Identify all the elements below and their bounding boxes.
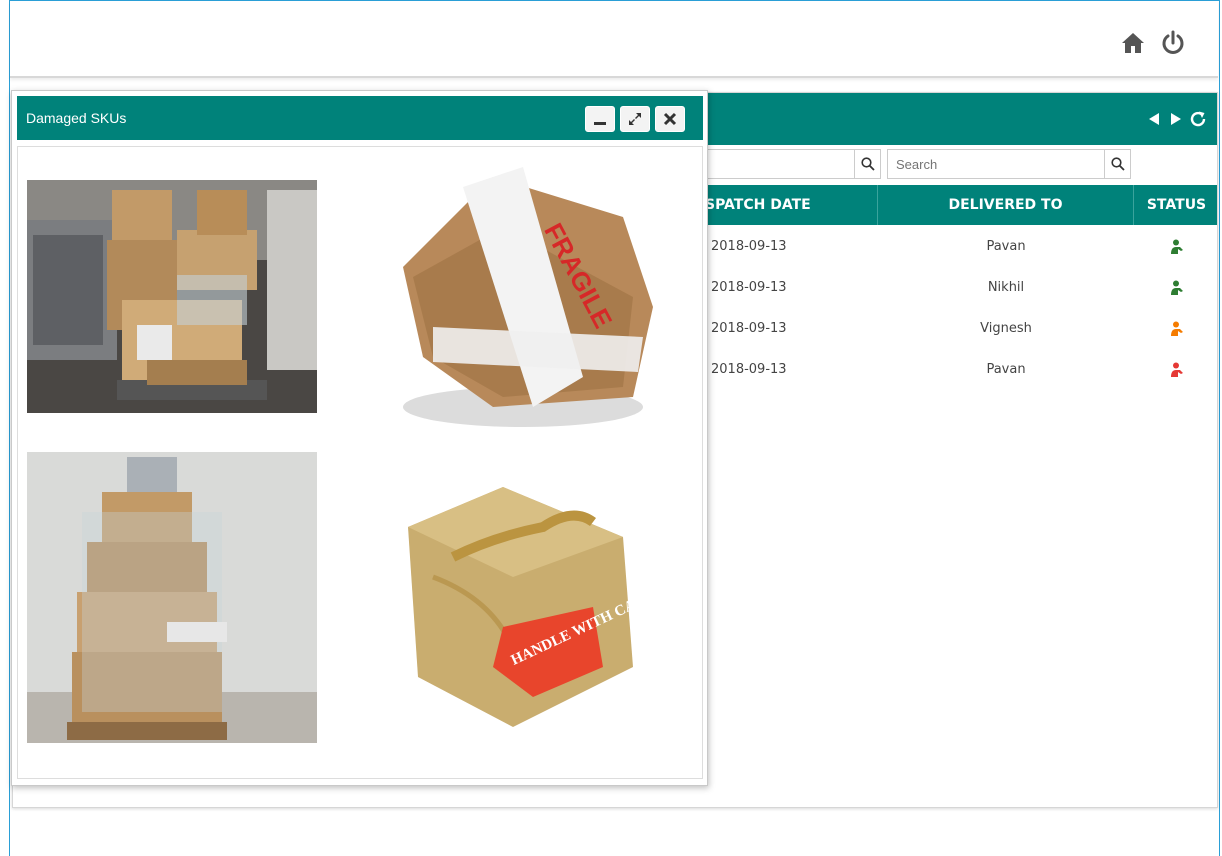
delivery-person-icon[interactable]	[1134, 267, 1219, 308]
search-box-delivered	[887, 149, 1131, 179]
search-icon[interactable]	[854, 150, 880, 178]
delivered-to-cell: Pavan	[986, 239, 1026, 254]
power-icon[interactable]	[1160, 30, 1186, 56]
delivered-to-cell: Vignesh	[980, 321, 1032, 336]
caret-left-icon[interactable]	[1145, 109, 1163, 129]
crushed-box-photo: HANDLE WITH CARE	[393, 467, 643, 732]
modal-header[interactable]: Damaged SKUs	[17, 96, 703, 140]
delivery-person-icon[interactable]	[1134, 349, 1219, 390]
delivery-person-icon[interactable]	[1134, 308, 1219, 349]
fragile-box-photo: FRAGILE	[373, 157, 663, 437]
modal-title: Damaged SKUs	[26, 110, 127, 126]
dispatch-date-cell: 2018-09-13	[711, 239, 787, 254]
home-icon[interactable]	[1120, 30, 1146, 56]
search-icon[interactable]	[1104, 150, 1130, 178]
refresh-icon[interactable]	[1189, 109, 1207, 129]
delivered-to-cell: Nikhil	[987, 280, 1025, 295]
damaged-skus-modal: Damaged SKUs FRAGILE HANDLE WITH CARE	[11, 90, 708, 786]
dispatch-date-cell: 2018-09-13	[711, 280, 787, 295]
search-input-delivered[interactable]	[888, 150, 1104, 178]
dispatch-date-cell: 2018-09-13	[711, 362, 787, 377]
dispatch-date-cell: 2018-09-13	[711, 321, 787, 336]
delivery-person-icon[interactable]	[1134, 226, 1219, 267]
column-header-status[interactable]: STATUS	[1134, 185, 1219, 225]
damaged-pallet-photo	[27, 180, 317, 413]
stacked-pallet-photo	[27, 452, 317, 743]
caret-right-icon[interactable]	[1167, 109, 1185, 129]
maximize-button[interactable]	[620, 106, 650, 132]
delivered-to-cell: Pavan	[986, 362, 1026, 377]
column-header-delivered-to[interactable]: DELIVERED TO	[878, 185, 1134, 225]
minimize-button[interactable]	[585, 106, 615, 132]
top-bar	[10, 1, 1218, 78]
close-button[interactable]	[655, 106, 685, 132]
modal-body: FRAGILE HANDLE WITH CARE	[17, 146, 703, 779]
